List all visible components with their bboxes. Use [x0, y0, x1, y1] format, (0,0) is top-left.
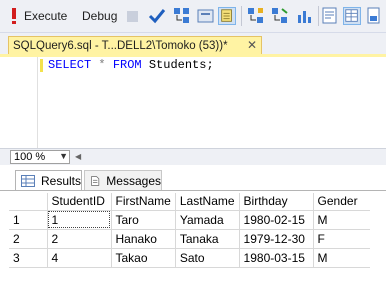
cell-studentid[interactable]: 1	[47, 210, 112, 230]
star-operator: *	[98, 58, 106, 72]
row-number[interactable]: 2	[9, 229, 48, 249]
cell-lastname[interactable]: Tanaka	[175, 229, 240, 249]
debug-label: Debug	[82, 9, 118, 23]
tab-messages-label: Messages	[106, 173, 161, 188]
results-to-grid-mode-icon[interactable]	[343, 7, 361, 25]
results-to-grid-icon[interactable]	[218, 7, 236, 25]
close-icon[interactable]: ✕	[247, 38, 257, 52]
toolbar-separator	[318, 6, 319, 26]
messages-icon	[91, 175, 100, 186]
tab-messages[interactable]: Messages	[84, 170, 162, 190]
cell-lastname[interactable]: Sato	[175, 248, 240, 268]
include-actual-plan-icon[interactable]	[247, 7, 265, 25]
parse-checkmark-icon[interactable]	[148, 7, 166, 25]
tab-label: SQLQuery6.sql - T...DELL2\Tomoko (53))*	[13, 40, 228, 52]
change-marker	[40, 59, 43, 72]
document-tab-strip: SQLQuery6.sql - T...DELL2\Tomoko (53))* …	[0, 33, 386, 55]
execute-label: Execute	[24, 9, 68, 23]
table-row[interactable]: 2 2 Hanako Tanaka 1979-12-30 F	[9, 229, 371, 249]
cell-firstname[interactable]: Taro	[111, 210, 176, 230]
toolbar-separator	[241, 6, 242, 26]
row-number[interactable]: 1	[9, 210, 48, 230]
query-editor[interactable]: SELECT * FROM Students;	[0, 57, 386, 148]
scroll-left-icon[interactable]: ◀	[75, 152, 81, 161]
results-to-file-icon[interactable]	[365, 7, 383, 25]
cell-studentid[interactable]: 4	[47, 248, 112, 268]
column-header[interactable]: Birthday	[239, 193, 314, 211]
code-line-1[interactable]: SELECT * FROM Students;	[48, 58, 214, 72]
column-header[interactable]: StudentID	[47, 193, 112, 211]
tab-divider	[0, 190, 386, 191]
grid-header-row: StudentID FirstName LastName Birthday Ge…	[9, 193, 371, 211]
tab-results[interactable]: Results	[15, 170, 82, 190]
zoom-value: 100 %	[14, 151, 46, 163]
cell-birthday[interactable]: 1980-02-15	[239, 210, 314, 230]
cell-firstname[interactable]: Takao	[111, 248, 176, 268]
cell-gender[interactable]: M	[313, 248, 371, 268]
cell-gender[interactable]: M	[313, 210, 371, 230]
results-tabs: Results Messages	[0, 170, 386, 190]
execute-button[interactable]: Execute	[24, 6, 67, 26]
query-in-editor-icon[interactable]	[197, 7, 215, 25]
table-name: Students;	[148, 58, 214, 72]
cell-birthday[interactable]: 1980-03-15	[239, 248, 314, 268]
keyword-select: SELECT	[48, 58, 92, 72]
debug-button[interactable]: Debug	[82, 6, 117, 26]
grid-icon	[21, 174, 35, 187]
stop-icon	[127, 11, 138, 22]
cell-gender[interactable]: F	[313, 229, 371, 249]
cell-studentid[interactable]: 2	[47, 229, 112, 249]
zoom-select[interactable]: 100 % ▼	[10, 150, 70, 164]
results-grid[interactable]: StudentID FirstName LastName Birthday Ge…	[9, 193, 371, 268]
stop-button[interactable]	[126, 8, 140, 24]
column-header[interactable]: FirstName	[111, 193, 176, 211]
row-number[interactable]: 3	[9, 248, 48, 268]
column-header[interactable]: LastName	[175, 193, 240, 211]
query-toolbar: Execute Debug	[0, 0, 386, 33]
live-query-statistics-icon[interactable]	[271, 7, 289, 25]
table-row[interactable]: 3 4 Takao Sato 1980-03-15 M	[9, 248, 371, 268]
tab-sqlquery6[interactable]: SQLQuery6.sql - T...DELL2\Tomoko (53))* …	[8, 36, 262, 55]
tab-results-label: Results	[40, 173, 81, 188]
execute-icon	[12, 8, 16, 24]
editor-margin	[37, 57, 38, 148]
row-header-corner[interactable]	[9, 193, 48, 211]
keyword-from: FROM	[112, 58, 142, 72]
table-row[interactable]: 1 1 Taro Yamada 1980-02-15 M	[9, 210, 371, 230]
chevron-down-icon: ▼	[59, 151, 68, 161]
results-to-text-icon[interactable]	[321, 7, 339, 25]
cell-birthday[interactable]: 1979-12-30	[239, 229, 314, 249]
column-header[interactable]: Gender	[313, 193, 371, 211]
cell-firstname[interactable]: Hanako	[111, 229, 176, 249]
display-estimated-plan-icon[interactable]	[173, 7, 191, 25]
cell-lastname[interactable]: Yamada	[175, 210, 240, 230]
client-statistics-icon[interactable]	[296, 7, 314, 25]
zoom-bar: 100 % ▼ ◀	[0, 148, 386, 165]
